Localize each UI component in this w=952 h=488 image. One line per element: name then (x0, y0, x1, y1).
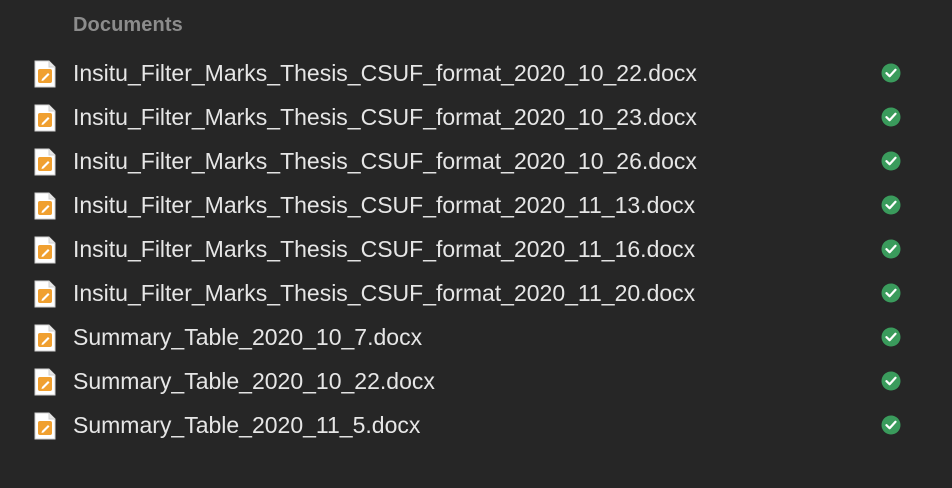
file-name: Insitu_Filter_Marks_Thesis_CSUF_format_2… (73, 236, 696, 262)
synced-check-icon (881, 283, 901, 303)
file-list: Insitu_Filter_Marks_Thesis_CSUF_format_2… (0, 51, 952, 447)
synced-check-icon (881, 415, 901, 435)
synced-check-icon (881, 327, 901, 347)
file-list-item[interactable]: Insitu_Filter_Marks_Thesis_CSUF_format_2… (0, 227, 952, 271)
docx-file-icon (34, 368, 56, 396)
synced-check-icon (881, 239, 901, 259)
file-name: Insitu_Filter_Marks_Thesis_CSUF_format_2… (73, 192, 696, 218)
file-list-item[interactable]: Insitu_Filter_Marks_Thesis_CSUF_format_2… (0, 51, 952, 95)
synced-check-icon (881, 107, 901, 127)
docx-file-icon (34, 280, 56, 308)
section-header-documents: Documents (73, 14, 183, 36)
file-list-item[interactable]: Insitu_Filter_Marks_Thesis_CSUF_format_2… (0, 139, 952, 183)
file-browser-panel: Documents Insitu_Filter_Marks_Thesis_CSU… (0, 0, 952, 488)
file-list-item[interactable]: Summary_Table_2020_10_22.docx (0, 359, 952, 403)
synced-check-icon (881, 63, 901, 83)
synced-check-icon (881, 151, 901, 171)
file-list-item[interactable]: Insitu_Filter_Marks_Thesis_CSUF_format_2… (0, 95, 952, 139)
docx-file-icon (34, 104, 56, 132)
docx-file-icon (34, 324, 56, 352)
file-list-item[interactable]: Insitu_Filter_Marks_Thesis_CSUF_format_2… (0, 271, 952, 315)
file-name: Summary_Table_2020_10_7.docx (73, 324, 423, 350)
file-name: Summary_Table_2020_11_5.docx (73, 412, 421, 438)
file-name: Insitu_Filter_Marks_Thesis_CSUF_format_2… (73, 280, 696, 306)
docx-file-icon (34, 148, 56, 176)
docx-file-icon (34, 192, 56, 220)
docx-file-icon (34, 236, 56, 264)
file-name: Insitu_Filter_Marks_Thesis_CSUF_format_2… (73, 104, 697, 130)
file-name: Insitu_Filter_Marks_Thesis_CSUF_format_2… (73, 60, 697, 86)
docx-file-icon (34, 60, 56, 88)
file-list-item[interactable]: Summary_Table_2020_10_7.docx (0, 315, 952, 359)
docx-file-icon (34, 412, 56, 440)
synced-check-icon (881, 371, 901, 391)
file-name: Summary_Table_2020_10_22.docx (73, 368, 435, 394)
file-list-item[interactable]: Summary_Table_2020_11_5.docx (0, 403, 952, 447)
synced-check-icon (881, 195, 901, 215)
file-list-item[interactable]: Insitu_Filter_Marks_Thesis_CSUF_format_2… (0, 183, 952, 227)
file-name: Insitu_Filter_Marks_Thesis_CSUF_format_2… (73, 148, 697, 174)
